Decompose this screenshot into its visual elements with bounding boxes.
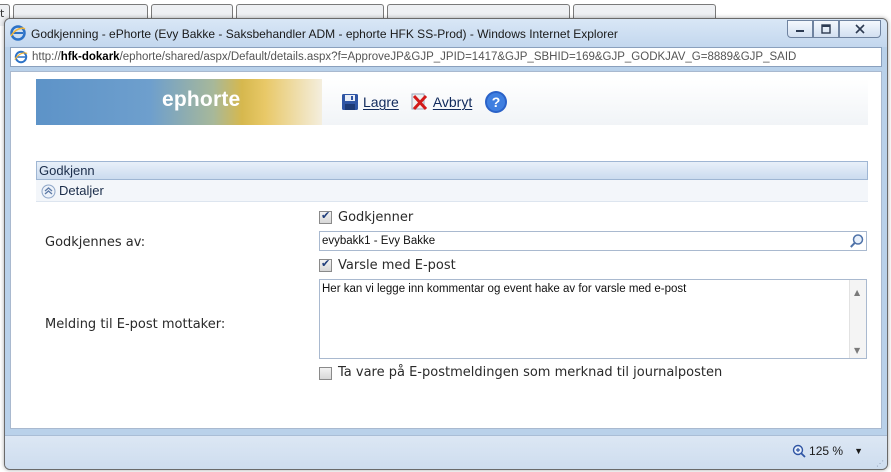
zoom-dropdown-icon[interactable]: ▼ xyxy=(854,446,863,456)
toolbar: Lagre Avbryt ? xyxy=(341,90,520,114)
subsection-label: Detaljer xyxy=(59,183,104,198)
search-icon[interactable] xyxy=(849,233,865,249)
maximize-button[interactable] xyxy=(813,20,839,38)
message-scrollbar[interactable]: ▲ ▼ xyxy=(849,280,866,358)
popup-window: Godkjenning - ePhorte (Evy Bakke - Saksb… xyxy=(4,18,888,470)
minimize-icon xyxy=(796,30,804,32)
cancel-label: Avbryt xyxy=(432,94,473,110)
internet-explorer-icon xyxy=(10,25,26,41)
address-url: http://hfk-dokark/ephorte/shared/aspx/De… xyxy=(32,51,880,63)
page-content: ephorte Lagre Avbryt ? Godkjenn Detaljer… xyxy=(10,71,882,429)
maximize-icon xyxy=(821,24,831,34)
status-bar: 125 % ▼ ⋰ xyxy=(5,435,887,469)
save-button[interactable]: Lagre xyxy=(341,93,399,111)
keep-email-checkbox[interactable] xyxy=(319,367,332,380)
collapse-chevron-icon[interactable] xyxy=(41,184,56,199)
scroll-down-icon[interactable]: ▼ xyxy=(854,346,860,355)
close-button[interactable] xyxy=(839,20,881,38)
help-icon: ? xyxy=(485,91,508,113)
cancel-icon xyxy=(411,93,427,111)
help-button[interactable]: ? xyxy=(484,90,508,114)
message-value: Her kan vi legge inn kommentar og event … xyxy=(322,283,687,295)
title-bar[interactable]: Godkjenning - ePhorte (Evy Bakke - Saksb… xyxy=(5,19,887,47)
svg-text:?: ? xyxy=(492,94,501,110)
floppy-disk-icon xyxy=(342,94,358,110)
approved-by-field[interactable]: evybakk1 - Evy Bakke xyxy=(319,231,867,251)
scroll-up-icon[interactable]: ▲ xyxy=(854,288,860,297)
notify-email-checkbox[interactable] xyxy=(319,257,332,272)
section-header-godkjenn: Godkjenn xyxy=(36,161,868,180)
zoom-icon xyxy=(792,444,806,458)
ephorte-logo: ephorte xyxy=(36,79,322,125)
window-title: Godkjenning - ePhorte (Evy Bakke - Saksb… xyxy=(31,27,618,41)
background-tab-letter: t xyxy=(0,7,5,20)
minimize-button[interactable] xyxy=(787,20,813,38)
save-label: Lagre xyxy=(363,94,399,110)
approved-by-label: Godkjennes av: xyxy=(45,235,146,250)
cancel-button[interactable]: Avbryt xyxy=(411,93,472,111)
zoom-value: 125 % xyxy=(809,444,844,458)
address-path: /ephorte/shared/aspx/Default/details.asp… xyxy=(119,51,797,63)
resize-grip-icon[interactable]: ⋰ xyxy=(876,459,884,468)
address-host: hfk-dokark xyxy=(60,51,120,63)
header-band: ephorte Lagre Avbryt ? xyxy=(36,79,868,125)
message-textarea[interactable]: Her kan vi legge inn kommentar og event … xyxy=(319,279,867,359)
address-bar[interactable]: http://hfk-dokark/ephorte/shared/aspx/De… xyxy=(10,47,882,67)
message-label: Melding til E-post mottaker: xyxy=(45,317,226,332)
approval-form: Godkjenner Godkjennes av: evybakk1 - Evy… xyxy=(36,203,868,407)
keep-email-label: Ta vare på E-postmeldingen som merknad t… xyxy=(338,365,723,380)
approver-checkbox-label: Godkjenner xyxy=(338,210,414,225)
notify-email-label: Varsle med E-post xyxy=(338,258,456,273)
close-icon xyxy=(855,24,865,34)
zoom-control[interactable]: 125 % ▼ xyxy=(792,444,863,458)
approved-by-value: evybakk1 - Evy Bakke xyxy=(322,235,436,247)
approver-checkbox[interactable] xyxy=(319,209,332,224)
address-prefix: http:// xyxy=(32,51,61,63)
window-controls xyxy=(787,20,881,38)
subsection-header-detaljer[interactable]: Detaljer xyxy=(36,180,868,202)
page-ie-icon xyxy=(14,50,28,64)
logo-text: ephorte xyxy=(162,88,241,111)
